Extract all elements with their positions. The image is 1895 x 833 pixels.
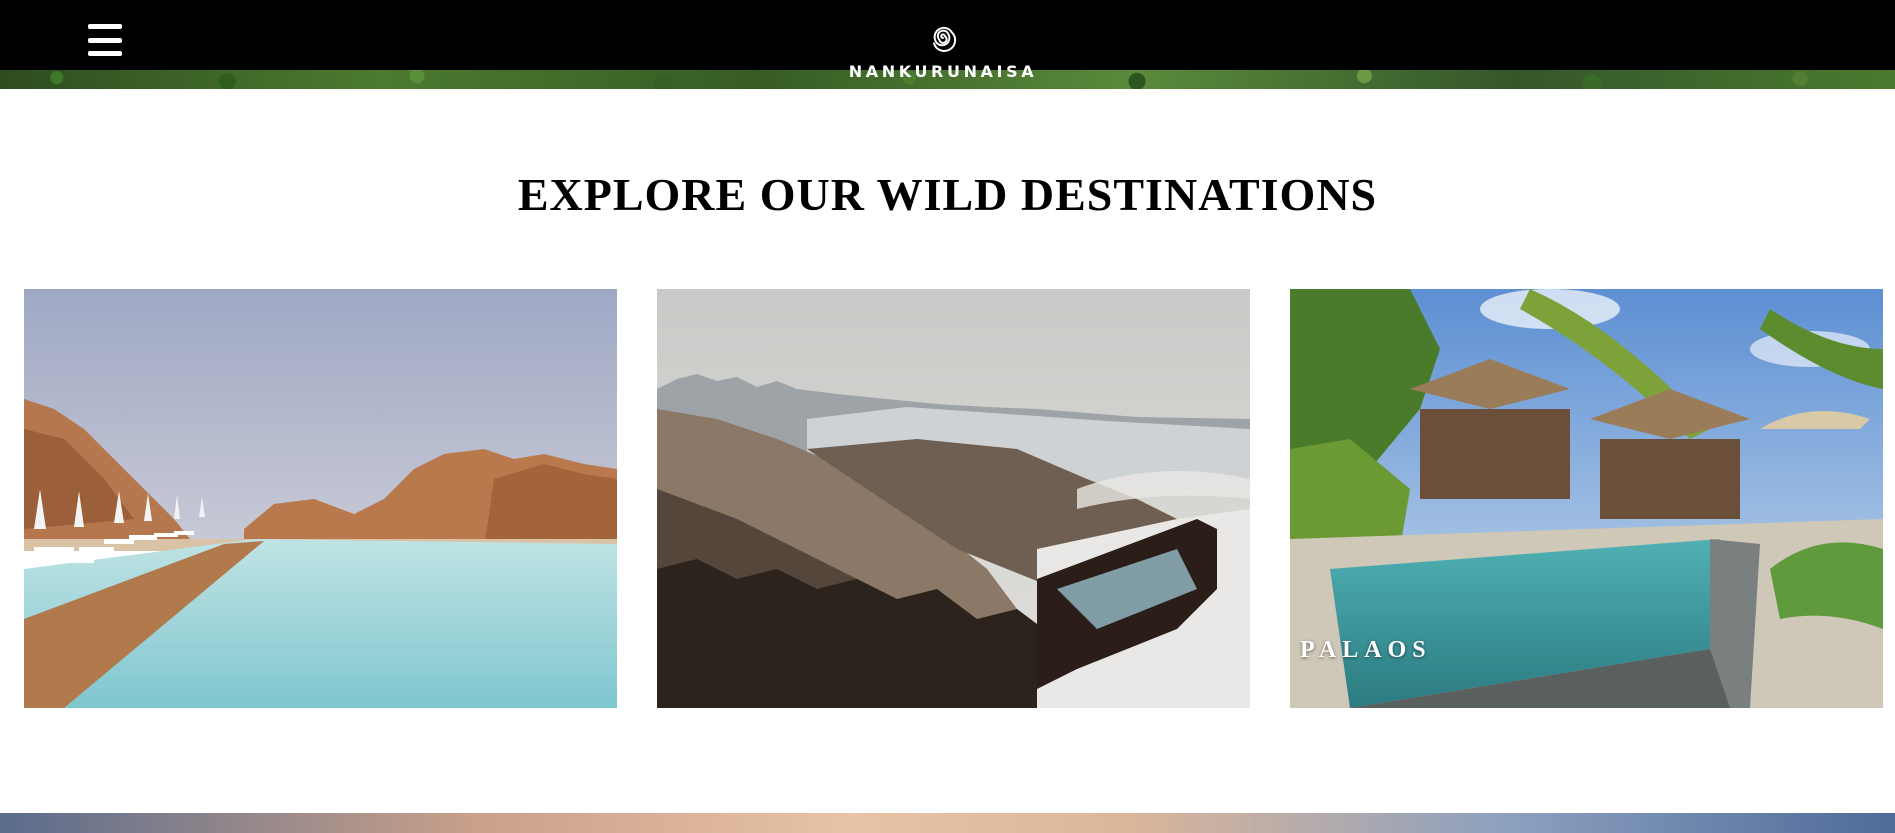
destination-card[interactable]: PALAOS [1290, 289, 1883, 708]
destination-label: PALAOS [1300, 637, 1432, 663]
menu-bar [88, 37, 122, 43]
brand-logo-link[interactable]: NANKURUNAISA [838, 20, 1048, 90]
next-section-hero-image [0, 813, 1895, 833]
section-title: EXPLORE OUR WILD DESTINATIONS [517, 169, 1378, 220]
desert-infinity-pool-photo [24, 289, 617, 708]
menu-bar [88, 24, 122, 29]
snowy-mountain-forest-photo [657, 289, 1250, 708]
destination-card[interactable] [24, 289, 617, 708]
site-header: NANKURUNAISA [0, 0, 1895, 89]
brand-name: NANKURUNAISA [848, 62, 1038, 81]
hamburger-menu-icon[interactable] [88, 24, 122, 56]
destination-card[interactable] [657, 289, 1250, 708]
menu-bar [88, 51, 122, 56]
spiral-icon [933, 26, 957, 52]
